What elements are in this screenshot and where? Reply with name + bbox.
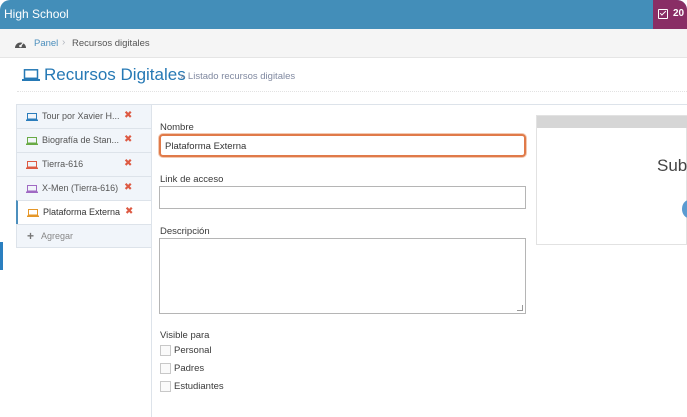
tab-resource-active[interactable]: Plataforma Externa ✖ (16, 200, 152, 224)
upload-icon[interactable] (682, 200, 687, 218)
visible-label: Visible para (160, 330, 210, 341)
tab-resource[interactable]: Tour por Xavier H... ✖ (16, 104, 152, 128)
app-window: High School 20 Panel › Recursos digitale… (0, 0, 687, 417)
laptop-icon (22, 69, 40, 81)
checkbox[interactable] (160, 381, 171, 392)
top-navbar: High School 20 (0, 0, 687, 29)
page-subtitle: » Listado recursos digitales (180, 71, 296, 82)
remove-icon[interactable]: ✖ (124, 134, 132, 145)
upload-text: Sub (657, 156, 687, 175)
sidebar-edge (0, 242, 3, 270)
brand-title[interactable]: High School (4, 7, 69, 21)
content-border-top (151, 104, 687, 105)
plus-icon: + (27, 229, 35, 243)
tab-label: Biografía de Stan... (42, 135, 120, 145)
laptop-icon (26, 185, 38, 193)
tab-label: Tour por Xavier H... (42, 111, 120, 121)
tab-label: Plataforma Externa (43, 207, 121, 217)
upload-panel-header (537, 116, 687, 128)
calendar-nav-item[interactable]: 20 (653, 0, 687, 29)
descripcion-textarea[interactable] (159, 238, 526, 314)
resize-handle[interactable] (517, 305, 523, 311)
nombre-label: Nombre (160, 122, 194, 133)
remove-icon[interactable]: ✖ (124, 182, 132, 193)
checkbox[interactable] (160, 363, 171, 374)
link-input[interactable] (159, 186, 526, 209)
add-tab-label: Agregar (41, 231, 74, 241)
remove-icon[interactable]: ✖ (124, 158, 132, 169)
checkbox-label: Padres (174, 363, 205, 374)
breadcrumb-home-link[interactable]: Panel (34, 38, 58, 49)
checkbox[interactable] (160, 345, 171, 356)
remove-icon[interactable]: ✖ (125, 206, 133, 217)
checkbox-label: Personal (174, 345, 212, 356)
link-label: Link de acceso (160, 174, 224, 185)
breadcrumb-separator: › (62, 37, 66, 48)
breadcrumb: Panel › Recursos digitales (0, 29, 687, 58)
upload-panel[interactable]: Sub (536, 115, 687, 245)
tab-resource[interactable]: X-Men (Tierra-616) ✖ (16, 176, 152, 200)
page-header: Recursos Digitales » Listado recursos di… (17, 62, 687, 92)
calendar-nav-text: 20 (673, 8, 685, 19)
tab-label: X-Men (Tierra-616) (42, 183, 119, 193)
laptop-icon (26, 137, 38, 145)
tab-resource[interactable]: Tierra-616 ✖ (16, 152, 152, 176)
tab-label: Tierra-616 (42, 159, 84, 169)
resource-tabs: Tour por Xavier H... ✖ Biografía de Stan… (16, 104, 152, 248)
descripcion-label: Descripción (160, 226, 210, 237)
add-tab-button[interactable]: + Agregar (16, 224, 152, 248)
tab-resource[interactable]: Biografía de Stan... ✖ (16, 128, 152, 152)
laptop-icon (26, 113, 38, 121)
nombre-input[interactable]: Plataforma Externa (159, 134, 526, 157)
checkbox-label: Estudiantes (174, 381, 224, 392)
page-title: Recursos Digitales (44, 65, 186, 84)
content-border-left (151, 104, 152, 417)
breadcrumb-current: Recursos digitales (72, 38, 150, 49)
dashboard-icon (15, 42, 26, 48)
laptop-icon (26, 161, 38, 169)
laptop-icon (27, 209, 39, 217)
remove-icon[interactable]: ✖ (124, 110, 132, 121)
calendar-check-icon (658, 9, 668, 19)
